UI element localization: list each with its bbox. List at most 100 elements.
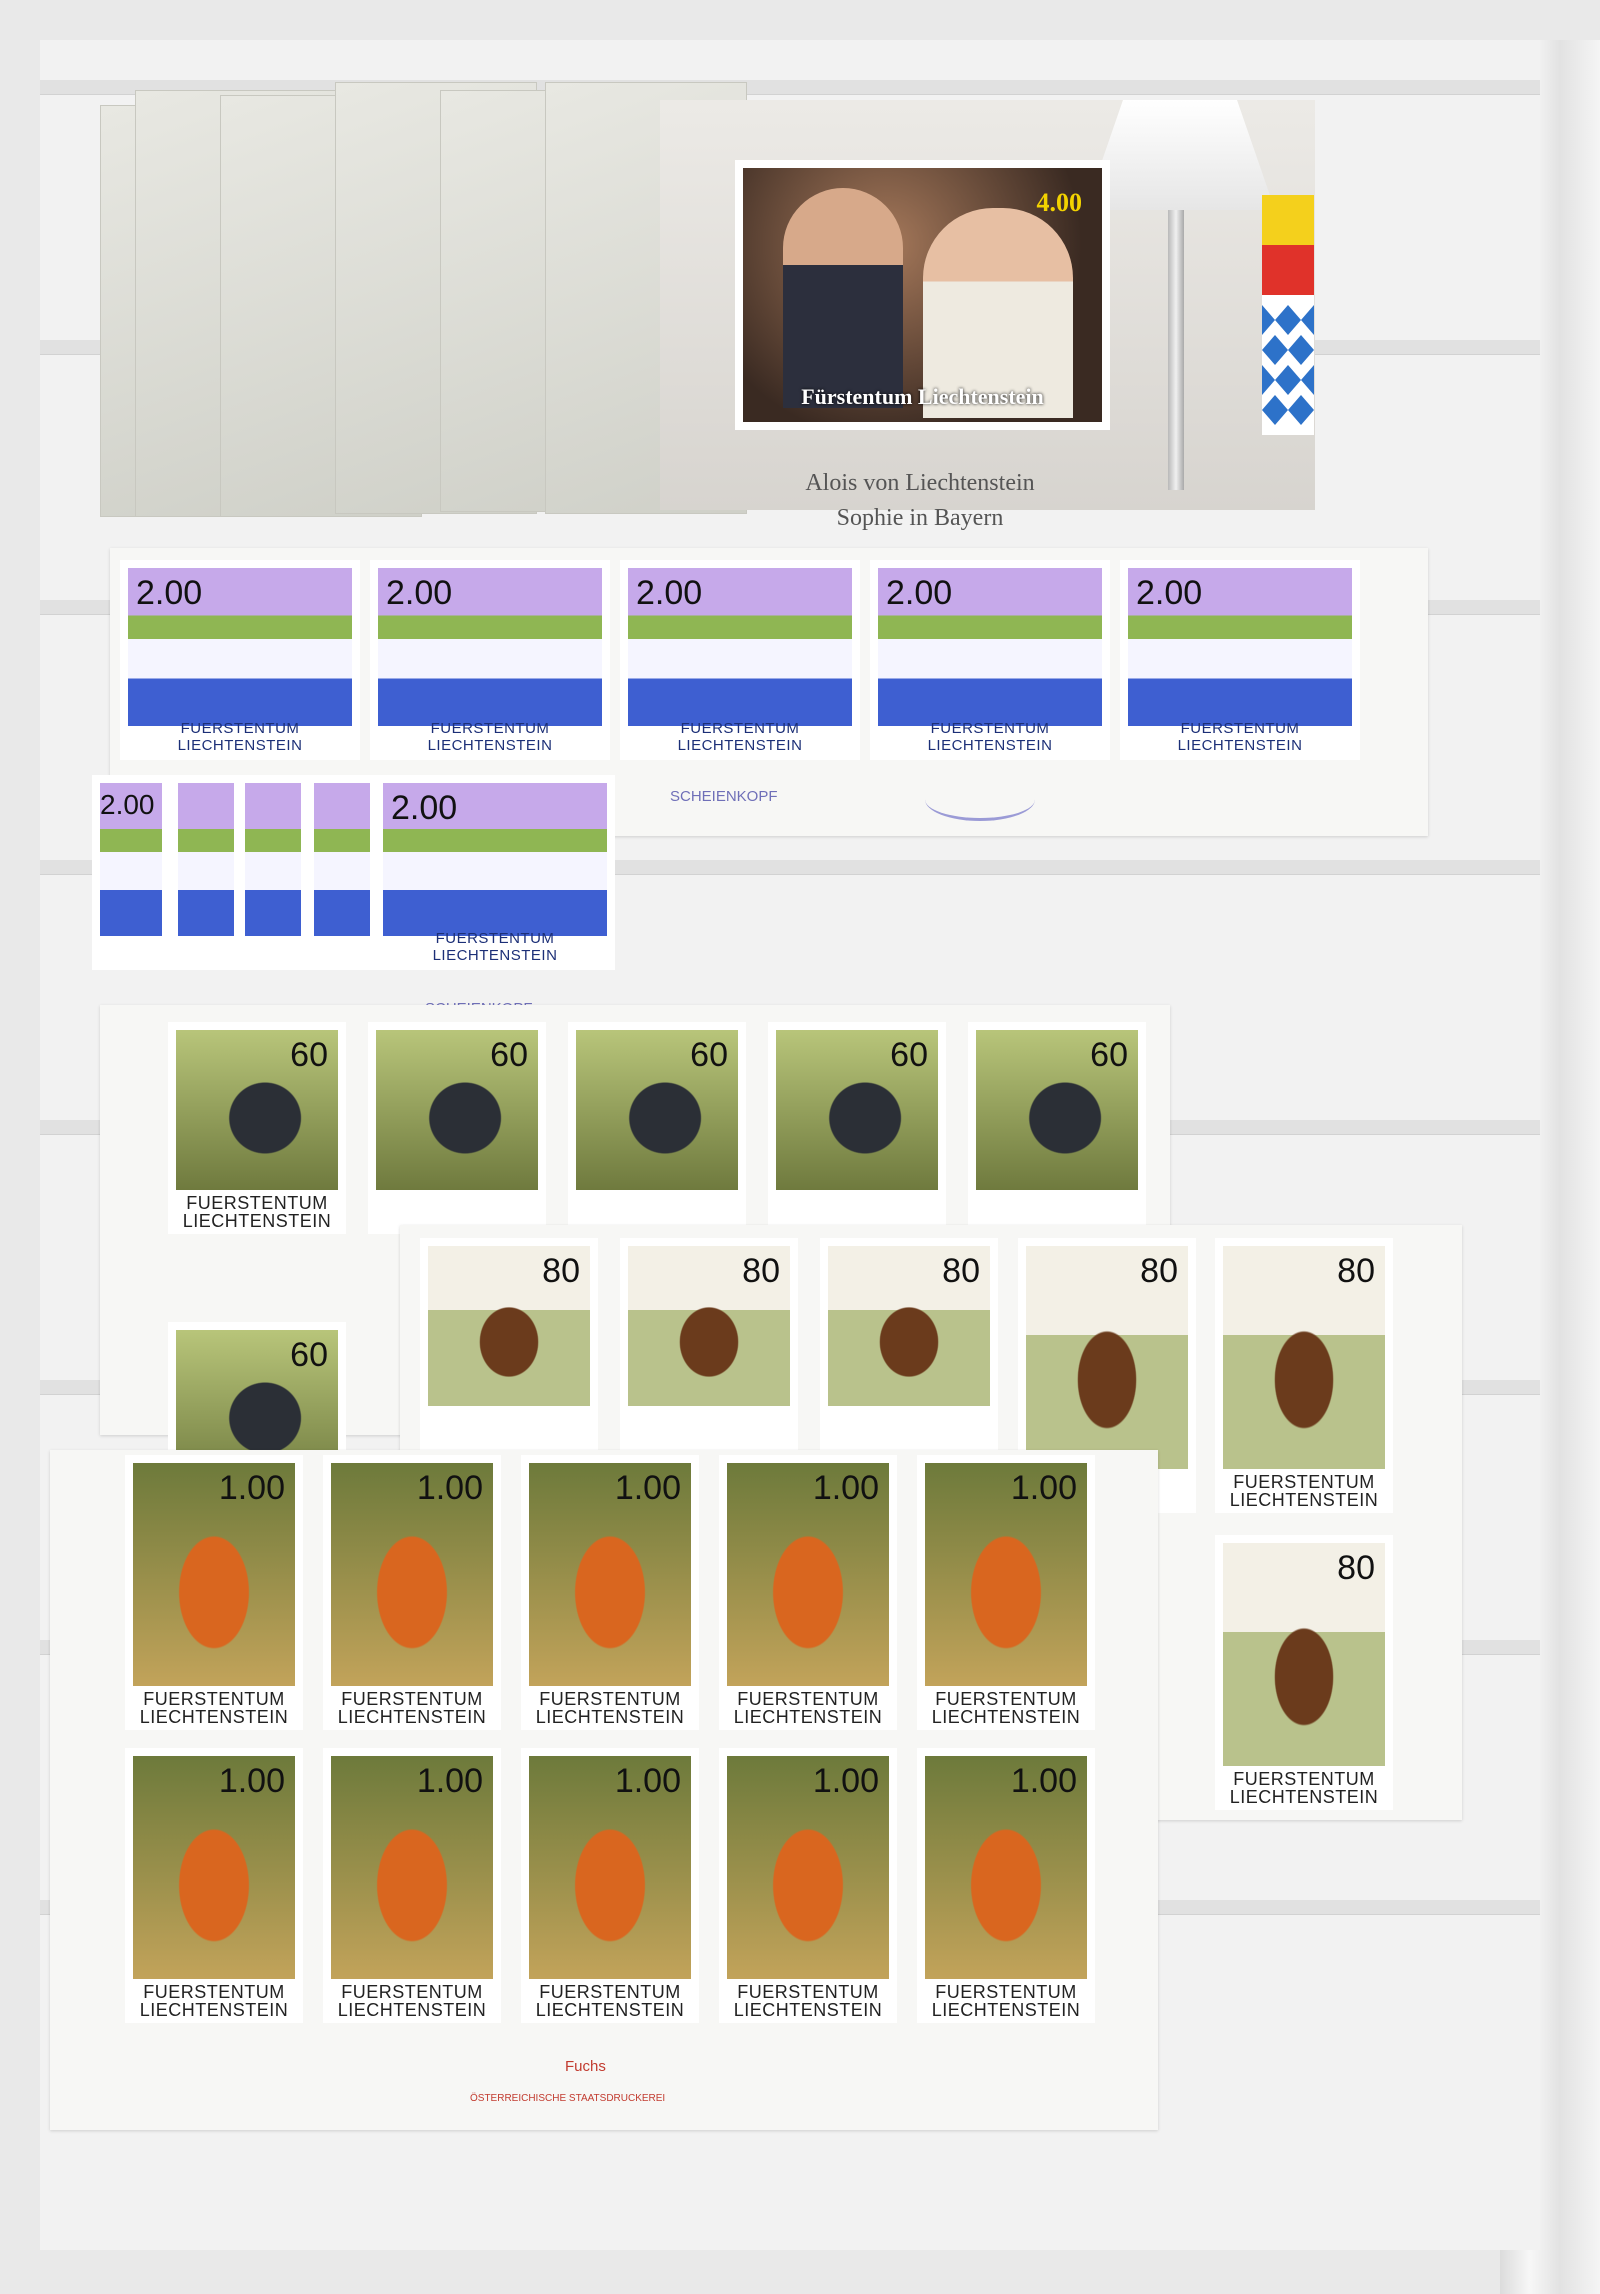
fox-stamp: 1.00 FUERSTENTUM LIECHTENSTEIN [323,1455,501,1730]
fox-stamp: 1.00 FUERSTENTUM LIECHTENSTEIN [917,1455,1095,1730]
stamp-value: 60 [290,1336,328,1374]
stamp-country: LIECHTENSTEIN [931,2000,1081,2020]
stamp-value: 60 [890,1036,928,1074]
mountain-stamp: 2.00 FUERSTENTUM LIECHTENSTEIN [375,775,615,970]
stamp-country: LIECHTENSTEIN [139,1707,289,1727]
mountain-stamp: 2.00 FUERSTENTUM LIECHTENSTEIN [120,560,360,760]
stamp-country: FUERSTENTUM [341,1982,483,2002]
badger-stamp: 60 [368,1022,546,1234]
marten-stamp: 80 [620,1238,798,1450]
stamp-value: 60 [1090,1036,1128,1074]
stamp-value: 80 [742,1252,780,1290]
printer-imprint: ÖSTERREICHISCHE STAATSDRUCKEREI [470,2093,666,2104]
stamp-value: 80 [542,1252,580,1290]
stamp-country: LIECHTENSTEIN [139,2000,289,2020]
stamp-country: LIECHTENSTEIN [182,1211,332,1231]
stamp-country: LIECHTENSTEIN [1229,1490,1379,1510]
marten-stamp: 80 [420,1238,598,1450]
stamp-country: LIECHTENSTEIN [337,1707,487,1727]
portrait-man [783,188,903,408]
mountain-stamp: 2.00 FUERSTENTUM LIECHTENSTEIN [1120,560,1360,760]
portrait-photo: 4.00 Fürstentum Liechtenstein [743,168,1102,422]
margin-ornament [925,778,1035,821]
stamp-country: LIECHTENSTEIN [337,2000,487,2020]
stamp-country: FUERSTENTUM [341,1689,483,1709]
stamp-country: FUERSTENTUM [539,1982,681,2002]
stamp-value: 2.00 [636,574,703,612]
stamp-country: FUERSTENTUM LIECHTENSTEIN [1177,720,1303,754]
stamp-country: FUERSTENTUM [935,1689,1077,1709]
stamp-value: 2.00 [100,789,155,820]
stamp-value: 60 [290,1036,328,1074]
mountain-stamp [306,775,378,970]
mountain-stamp: 2.00 FUERSTENTUM LIECHTENSTEIN [870,560,1110,760]
lamp-pole [1168,210,1184,490]
stamp-country: FUERSTENTUM [935,1982,1077,2002]
stamp-value: 1.00 [614,1762,681,1800]
fox-stamp: 1.00 FUERSTENTUM LIECHTENSTEIN [719,1748,897,2023]
stamp-value: 80 [1337,1252,1375,1290]
stamp-country: FUERSTENTUM LIECHTENSTEIN [432,930,558,964]
sheet-caption: Sophie in Bayern [836,505,1004,531]
stamp-country: FUERSTENTUM LIECHTENSTEIN [677,720,803,754]
stamp-value: 1.00 [218,1762,285,1800]
stamp-value: 1.00 [416,1469,483,1507]
stamp-value: 2.00 [886,574,953,612]
mountain-stamp: 2.00 FUERSTENTUM LIECHTENSTEIN [370,560,610,760]
stamp-value: 60 [690,1036,728,1074]
stamp-country: FUERSTENTUM LIECHTENSTEIN [177,720,303,754]
fox-stamp: 1.00 FUERSTENTUM LIECHTENSTEIN [917,1748,1095,2023]
stamp-country: LIECHTENSTEIN [733,1707,883,1727]
stamp-value: 1.00 [1010,1762,1077,1800]
stamp-value: 1.00 [1010,1469,1077,1507]
sheet-caption: Alois von Liechtenstein [805,470,1035,496]
stamp-value: 2.00 [1136,574,1203,612]
stamp-value: 2.00 [391,789,458,827]
mountain-stamp [237,775,309,970]
stamp-country: FUERSTENTUM [186,1193,328,1213]
fox-stamp: 1.00 FUERSTENTUM LIECHTENSTEIN [521,1455,699,1730]
fox-stamp: 1.00 FUERSTENTUM LIECHTENSTEIN [125,1455,303,1730]
badger-stamp: 60 FUERSTENTUM LIECHTENSTEIN [168,1022,346,1234]
stamp-country: LIECHTENSTEIN [1229,1787,1379,1807]
fox-stamp: 1.00 FUERSTENTUM LIECHTENSTEIN [521,1748,699,2023]
stamp-country: LIECHTENSTEIN [535,1707,685,1727]
badger-stamp: 60 [568,1022,746,1234]
mountain-stamp: 2.00 [92,775,170,970]
stamp-country: FUERSTENTUM [737,1689,879,1709]
mountain-stamp [170,775,242,970]
badger-stamp: 60 [768,1022,946,1234]
stamp-country: FUERSTENTUM [143,1689,285,1709]
flag-stripes [1262,195,1314,435]
margin-inscription: SCHEIENKOPF [670,788,778,805]
fox-stamp: 1.00 FUERSTENTUM LIECHTENSTEIN [323,1748,501,2023]
stamp-value: 2.00 [136,574,203,612]
stamp-country: Fürstentum Liechtenstein [801,384,1044,409]
mountain-stamp: 2.00 FUERSTENTUM LIECHTENSTEIN [620,560,860,760]
stamp-country: FUERSTENTUM [143,1982,285,2002]
stamp-value: 80 [1140,1252,1178,1290]
fox-stamp: 1.00 FUERSTENTUM LIECHTENSTEIN [719,1455,897,1730]
stamp-country: FUERSTENTUM [1233,1769,1375,1789]
stamp-country: FUERSTENTUM [1233,1472,1375,1492]
marten-stamp: 80 [820,1238,998,1450]
stamp-value: 1.00 [614,1469,681,1507]
stamp-value: 1.00 [812,1762,879,1800]
badger-stamp: 60 [968,1022,1146,1234]
stamp-value: 1.00 [812,1469,879,1507]
souvenir-sheet-stamp: 4.00 Fürstentum Liechtenstein [735,160,1110,430]
fox-stamp: 1.00 FUERSTENTUM LIECHTENSTEIN [125,1748,303,2023]
marten-stamp: 80 FUERSTENTUM LIECHTENSTEIN [1215,1535,1393,1810]
stamp-value: 4.00 [1036,188,1083,217]
stamp-value: 80 [942,1252,980,1290]
stamp-value: 80 [1337,1549,1375,1587]
stamp-country: LIECHTENSTEIN [931,1707,1081,1727]
stamp-value: 1.00 [218,1469,285,1507]
stamp-country: FUERSTENTUM [539,1689,681,1709]
stamp-value: 2.00 [386,574,453,612]
stamp-value: 1.00 [416,1762,483,1800]
marten-stamp: 80 FUERSTENTUM LIECHTENSTEIN [1215,1238,1393,1513]
stamp-country: LIECHTENSTEIN [733,2000,883,2020]
stamp-country: FUERSTENTUM LIECHTENSTEIN [427,720,553,754]
stamp-country: FUERSTENTUM LIECHTENSTEIN [927,720,1053,754]
